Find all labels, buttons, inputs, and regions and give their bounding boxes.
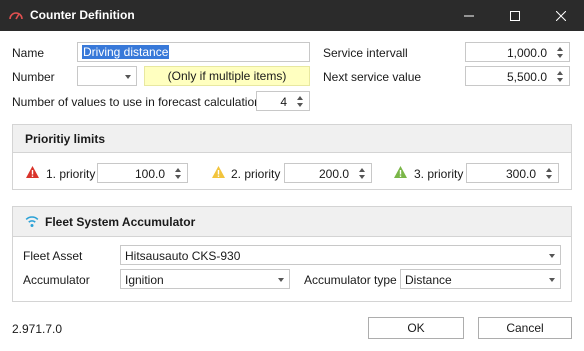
fleet-asset-value: Hitsausauto CKS-930 bbox=[125, 249, 241, 263]
forecast-label: Number of values to use in forecast calc… bbox=[12, 95, 261, 109]
name-value: Driving distance bbox=[82, 45, 170, 59]
title-bar[interactable]: Counter Definition bbox=[0, 0, 584, 31]
cancel-button[interactable]: Cancel bbox=[478, 317, 572, 339]
close-button[interactable] bbox=[538, 0, 584, 31]
number-label: Number bbox=[12, 70, 55, 84]
fleet-accumulator-group: Fleet System Accumulator Fleet Asset Hit… bbox=[12, 206, 572, 302]
priority-2-spinner[interactable]: 200.0 bbox=[284, 163, 372, 183]
warning-red-icon bbox=[26, 166, 39, 178]
spin-down-icon[interactable] bbox=[359, 175, 365, 179]
spin-up-icon[interactable] bbox=[359, 168, 365, 172]
priority-1-value: 100.0 bbox=[134, 167, 165, 181]
spin-up-icon[interactable] bbox=[175, 168, 181, 172]
forecast-value: 4 bbox=[280, 95, 287, 109]
chevron-down-icon[interactable] bbox=[278, 278, 284, 282]
close-icon bbox=[556, 10, 566, 21]
maximize-button[interactable] bbox=[492, 0, 538, 31]
chevron-down-icon[interactable] bbox=[125, 75, 131, 79]
priority-2-value: 200.0 bbox=[318, 167, 349, 181]
priority-2-label: 2. priority bbox=[231, 167, 281, 181]
fleet-accumulator-header: Fleet System Accumulator bbox=[13, 207, 571, 237]
next-service-label: Next service value bbox=[323, 70, 422, 84]
spin-down-icon[interactable] bbox=[175, 175, 181, 179]
priority-1-label: 1. priority bbox=[46, 167, 96, 181]
chevron-down-icon[interactable] bbox=[549, 278, 555, 282]
accumulator-type-label: Accumulator type bbox=[304, 273, 397, 287]
spin-down-icon[interactable] bbox=[557, 78, 563, 82]
spin-up-icon[interactable] bbox=[557, 47, 563, 51]
priority-3-spinner[interactable]: 300.0 bbox=[466, 163, 559, 183]
number-hint: (Only if multiple items) bbox=[144, 66, 310, 86]
forecast-spinner[interactable]: 4 bbox=[256, 91, 310, 111]
priority-3-value: 300.0 bbox=[505, 167, 536, 181]
version-label: 2.971.7.0 bbox=[12, 322, 63, 336]
fleet-asset-select[interactable]: Hitsausauto CKS-930 bbox=[120, 245, 561, 265]
service-interval-spinner[interactable]: 1,000.0 bbox=[465, 42, 570, 62]
next-service-value: 5,500.0 bbox=[506, 70, 547, 84]
accumulator-type-select[interactable]: Distance bbox=[400, 269, 561, 289]
spin-down-icon[interactable] bbox=[297, 103, 303, 107]
spin-up-icon[interactable] bbox=[297, 96, 303, 100]
accumulator-value: Ignition bbox=[125, 273, 164, 287]
minimize-icon bbox=[464, 15, 474, 16]
name-label: Name bbox=[12, 46, 45, 60]
wifi-signal-icon bbox=[25, 216, 39, 227]
spin-down-icon[interactable] bbox=[546, 175, 552, 179]
spin-up-icon[interactable] bbox=[546, 168, 552, 172]
minimize-button[interactable] bbox=[446, 0, 492, 31]
warning-green-icon bbox=[394, 166, 407, 178]
fleet-asset-label: Fleet Asset bbox=[23, 249, 83, 263]
priority-1-spinner[interactable]: 100.0 bbox=[97, 163, 188, 183]
fleet-accumulator-title: Fleet System Accumulator bbox=[45, 215, 196, 229]
accumulator-type-value: Distance bbox=[405, 273, 452, 287]
next-service-spinner[interactable]: 5,500.0 bbox=[465, 66, 570, 86]
ok-button[interactable]: OK bbox=[368, 317, 464, 339]
priority-3-label: 3. priority bbox=[414, 167, 464, 181]
chevron-down-icon[interactable] bbox=[549, 254, 555, 258]
priority-limits-header: Prioritiy limits bbox=[13, 125, 571, 153]
number-select[interactable] bbox=[77, 66, 137, 86]
service-interval-label: Service intervall bbox=[323, 46, 408, 60]
spin-up-icon[interactable] bbox=[557, 71, 563, 75]
gauge-icon bbox=[8, 8, 24, 24]
warning-yellow-icon bbox=[212, 166, 225, 178]
window-title: Counter Definition bbox=[30, 8, 135, 22]
spin-down-icon[interactable] bbox=[557, 54, 563, 58]
maximize-icon bbox=[510, 10, 520, 21]
accumulator-select[interactable]: Ignition bbox=[120, 269, 290, 289]
accumulator-label: Accumulator bbox=[23, 273, 90, 287]
priority-limits-title: Prioritiy limits bbox=[25, 132, 106, 146]
name-input[interactable]: Driving distance bbox=[77, 42, 310, 62]
service-interval-value: 1,000.0 bbox=[506, 46, 547, 60]
priority-limits-group: Prioritiy limits 1. priority 100.0 2. pr… bbox=[12, 124, 572, 190]
